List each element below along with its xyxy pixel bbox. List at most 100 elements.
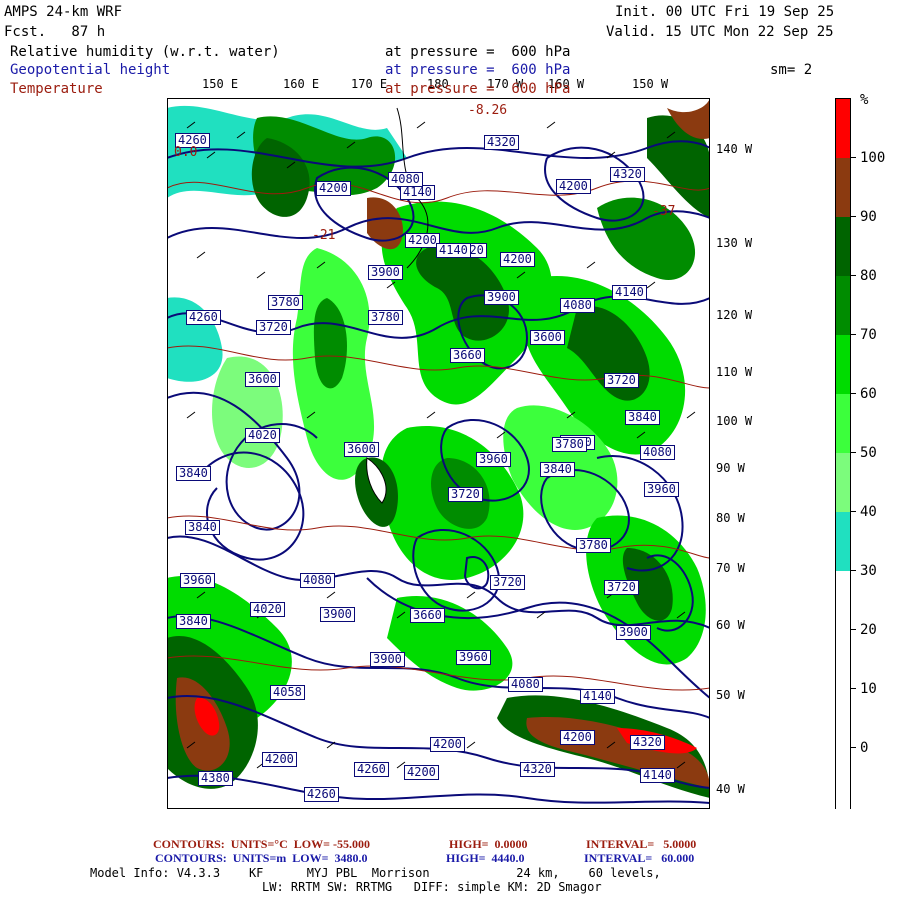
valid-time: Valid. 15 UTC Mon 22 Sep 25 (606, 24, 834, 40)
height-contour-label: 3780 (552, 437, 587, 452)
rh-level: at pressure = 600 hPa (385, 44, 571, 60)
lat-label: 50 W (716, 688, 745, 702)
lat-label: 130 W (716, 236, 753, 250)
gh-level: at pressure = 600 hPa (385, 62, 571, 78)
colorbar-segment-80 (836, 217, 850, 276)
humidity-colorbar (835, 98, 851, 810)
height-contour-label: 3960 (456, 650, 491, 665)
weather-map (167, 98, 710, 809)
height-contour-label: 4260 (354, 762, 389, 777)
height-contour-label: 4020 (245, 428, 280, 443)
model-info-line-1: Model Info: V4.3.3 KF MYJ PBL Morrison 2… (90, 866, 661, 880)
height-contour-label: 3840 (185, 520, 220, 535)
height-contour-label: 4140 (580, 689, 615, 704)
colorbar-segment-90 (836, 158, 850, 217)
height-contour-label: 3600 (245, 372, 280, 387)
lon-label: 150 E (202, 77, 239, 91)
height-contour-label: 4020 (250, 602, 285, 617)
temperature-contour-label: -37 (652, 204, 676, 219)
height-contour-label: 3720 (604, 373, 639, 388)
gh-contour-high: HIGH= 4440.0 (446, 851, 525, 865)
height-contour-label: 4200 (262, 752, 297, 767)
height-contour-label: 3960 (180, 573, 215, 588)
colorbar-segment-70 (836, 276, 850, 335)
height-contour-label: 3960 (644, 482, 679, 497)
height-contour-label: 4200 (430, 737, 465, 752)
height-contour-label: 4320 (520, 762, 555, 777)
height-contour-label: 4320 (630, 735, 665, 750)
height-contour-label: 4080 (560, 298, 595, 313)
lat-label: 70 W (716, 561, 745, 575)
height-contour-label: 4140 (400, 185, 435, 200)
height-contour-label: 3900 (370, 652, 405, 667)
model-title: AMPS 24-km WRF (4, 4, 123, 20)
temp-contour-info: CONTOURS: UNITS=°C LOW= -55.000 (153, 837, 370, 851)
gh-contour-interval: INTERVAL= 60.000 (584, 851, 695, 865)
height-contour-label: 4080 (640, 445, 675, 460)
height-contour-label: 4200 (405, 233, 440, 248)
colorbar-unit: % (860, 92, 869, 108)
height-contour-label: 3600 (344, 442, 379, 457)
height-contour-label: 3660 (450, 348, 485, 363)
colorbar-segment-50 (836, 394, 850, 453)
height-contour-label: 3720 (604, 580, 639, 595)
lat-label: 120 W (716, 308, 753, 322)
height-contour-label: 4380 (198, 771, 233, 786)
colorbar-label: 70 (860, 327, 877, 343)
temp-contour-high: HIGH= 0.0000 (449, 837, 528, 851)
height-contour-label: 3660 (410, 608, 445, 623)
height-contour-label: 3840 (540, 462, 575, 477)
colorbar-label: 50 (860, 445, 877, 461)
height-contour-label: 3900 (368, 265, 403, 280)
height-contour-label: 4320 (610, 167, 645, 182)
height-contour-label: 3720 (448, 487, 483, 502)
temp-field-label: Temperature (10, 81, 103, 97)
model-info-line-2: LW: RRTM SW: RRTMG DIFF: simple KM: 2D S… (262, 880, 602, 894)
colorbar-segment-40 (836, 453, 850, 512)
lon-label: 160 E (283, 77, 320, 91)
lat-label: 140 W (716, 142, 753, 156)
colorbar-label: 90 (860, 209, 877, 225)
height-contour-label: 4080 (300, 573, 335, 588)
height-contour-label: 4140 (640, 768, 675, 783)
colorbar-label: 10 (860, 681, 877, 697)
lon-label: 170 E (351, 77, 388, 91)
colorbar-segment-100 (836, 99, 850, 158)
temperature-contour-label: 0.0 (174, 145, 198, 160)
height-contour-label: 4200 (556, 179, 591, 194)
colorbar-label: 80 (860, 268, 877, 284)
height-contour-label: 3900 (320, 607, 355, 622)
lat-label: 110 W (716, 365, 753, 379)
colorbar-label: 60 (860, 386, 877, 402)
height-contour-label: 3720 (256, 320, 291, 335)
lon-label: 150 W (632, 77, 669, 91)
height-contour-label: 3600 (530, 330, 565, 345)
colorbar-segment-below (836, 571, 850, 810)
colorbar-segment-30 (836, 512, 850, 571)
height-contour-label: 4080 (508, 677, 543, 692)
colorbar-segment-60 (836, 335, 850, 394)
height-contour-label: 3900 (484, 290, 519, 305)
height-contour-label: 3840 (176, 466, 211, 481)
height-contour-label: 4320 (484, 135, 519, 150)
height-contour-label: 3720 (490, 575, 525, 590)
height-contour-label: 3780 (576, 538, 611, 553)
height-contour-label: 4080 (388, 172, 423, 187)
gh-field-label: Geopotential height (10, 62, 171, 78)
lat-label: 80 W (716, 511, 745, 525)
height-contour-label: 4260 (304, 787, 339, 802)
temp-level: at pressure = 600 hPa (385, 81, 571, 97)
height-contour-label: 4200 (560, 730, 595, 745)
height-contour-label: 3840 (176, 614, 211, 629)
colorbar-label: 0 (860, 740, 869, 756)
colorbar-label: 20 (860, 622, 877, 638)
gh-contour-info: CONTOURS: UNITS=m LOW= 3480.0 (155, 851, 368, 865)
colorbar-label: 40 (860, 504, 877, 520)
height-contour-label: 3780 (368, 310, 403, 325)
height-contour-label: 4200 (316, 181, 351, 196)
temperature-contour-label: -21 (312, 228, 336, 243)
height-contour-label: 4140 (612, 285, 647, 300)
forecast-hour: Fcst. 87 h (4, 24, 106, 40)
smoothing-label: sm= 2 (770, 62, 813, 78)
height-contour-label: 3780 (268, 295, 303, 310)
